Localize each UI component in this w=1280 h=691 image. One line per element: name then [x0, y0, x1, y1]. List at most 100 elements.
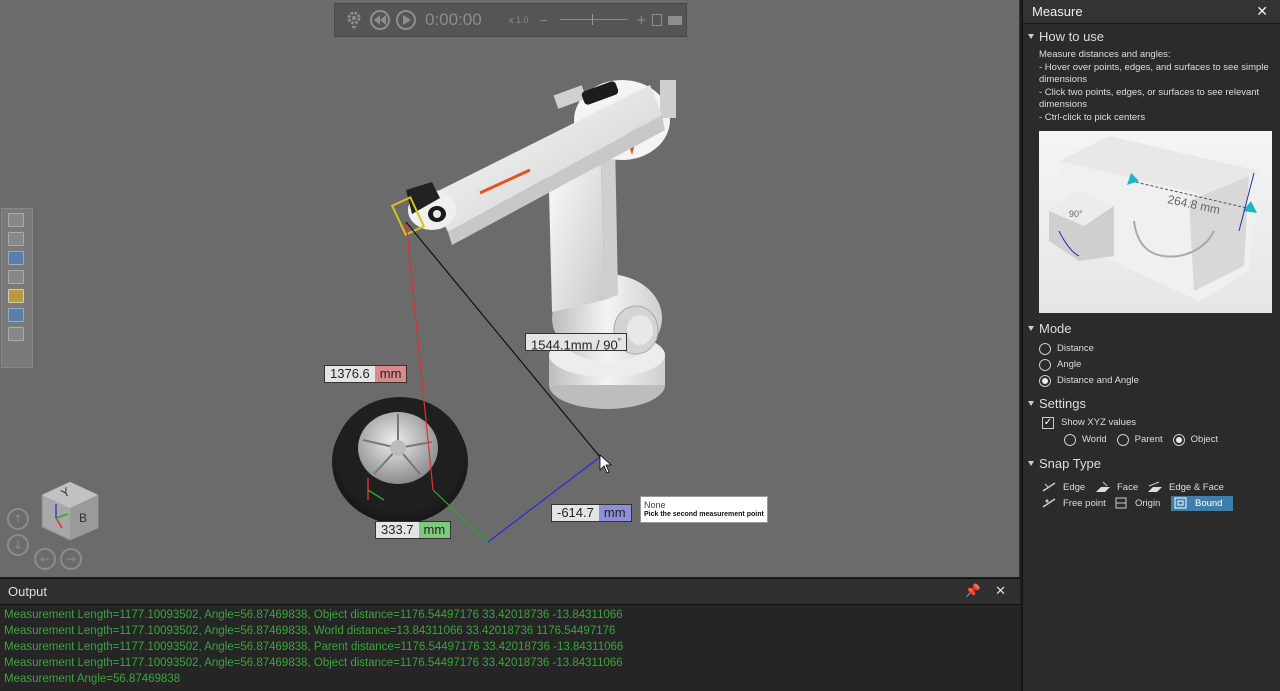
timeline-slider[interactable]: [554, 13, 634, 27]
3d-viewport[interactable]: Y B 0:00:00 x 1.0 − + ↑ ↓ ← → 1544.1mm /…: [0, 0, 1020, 577]
output-line: Measurement Length=1177.10093502, Angle=…: [4, 641, 624, 653]
output-header: Output 📌 ✕: [0, 579, 1020, 605]
playback-speed[interactable]: x 1.0: [509, 15, 539, 25]
output-title: Output: [8, 584, 48, 599]
how-to-use-item: - Click two points, edges, or surfaces t…: [1039, 86, 1260, 111]
mode-option-distance-and-angle[interactable]: Distance and Angle: [1039, 373, 1280, 389]
snap-type-header[interactable]: Snap Type: [1023, 454, 1280, 474]
shading-icon[interactable]: [8, 289, 24, 303]
pin-icon[interactable]: 📌: [965, 584, 981, 599]
pan-right-button[interactable]: →: [60, 548, 82, 570]
arrow-down-icon: ↓: [12, 538, 24, 552]
snap-face-button[interactable]: Face: [1093, 480, 1141, 495]
frame-option-parent[interactable]: Parent: [1116, 432, 1163, 448]
mode-header[interactable]: Mode: [1023, 319, 1280, 339]
output-line: Measurement Angle=56.87469838: [4, 673, 181, 685]
mode-option-angle[interactable]: Angle: [1039, 357, 1280, 373]
snap-origin-icon: [1113, 497, 1129, 509]
snap-label: Origin: [1135, 497, 1161, 509]
zoom-extents-icon[interactable]: [8, 213, 24, 227]
measure-preview-image: 264.8 mm 90°: [1039, 130, 1272, 313]
pan-left-button[interactable]: ←: [34, 548, 56, 570]
measure-panel-title: Measure: [1032, 4, 1083, 19]
preview-angle-label: 90°: [1069, 209, 1083, 219]
play-button[interactable]: [395, 9, 417, 31]
pan-down-button[interactable]: ↓: [7, 534, 29, 556]
mode-option-distance[interactable]: Distance: [1039, 341, 1280, 357]
snap-origin-button[interactable]: Origin: [1111, 496, 1163, 511]
show-xyz-checkbox[interactable]: ✓ Show XYZ values: [1042, 415, 1280, 431]
radio-selected-icon: [1172, 433, 1185, 446]
mode-option-label: Distance and Angle: [1057, 375, 1139, 387]
settings-header[interactable]: Settings: [1023, 394, 1280, 414]
axes-icon[interactable]: [8, 327, 24, 341]
settings-options: ✓ Show XYZ values World Parent Object: [1023, 415, 1280, 448]
radio-icon: [1116, 433, 1129, 446]
output-line: Measurement Length=1177.10093502, Angle=…: [4, 657, 623, 669]
y-distance-unit: mm: [418, 522, 451, 538]
close-icon[interactable]: ✕: [995, 584, 1006, 599]
snap-bound-icon: [1173, 497, 1189, 509]
collapse-triangle-icon: [1028, 401, 1034, 407]
play-icon: [396, 10, 416, 30]
rewind-icon: [370, 10, 390, 30]
mouse-cursor: [599, 454, 613, 474]
pan-up-button[interactable]: ↑: [7, 508, 29, 530]
view-cube[interactable]: [41, 481, 99, 541]
tire-model[interactable]: [332, 397, 468, 524]
frame-option-object[interactable]: Object: [1172, 432, 1219, 448]
how-to-use-text: Measure distances and angles: - Hover ov…: [1023, 49, 1280, 125]
arrow-right-icon: →: [65, 552, 77, 566]
mode-option-label: Angle: [1057, 359, 1082, 371]
snap-label: Edge & Face: [1169, 481, 1224, 493]
snap-edge-icon: [1041, 481, 1057, 493]
snap-edge-button[interactable]: Edge: [1039, 480, 1088, 495]
y-distance-label: 333.7 mm: [375, 521, 452, 539]
snap-free-point-button[interactable]: Free point: [1039, 496, 1109, 511]
snap-free-point-icon: [1041, 497, 1057, 509]
arrow-left-icon: ←: [39, 552, 51, 566]
zoom-in-icon[interactable]: +: [636, 13, 646, 27]
close-icon[interactable]: ✕: [1256, 4, 1268, 20]
view-mode-icon[interactable]: [8, 251, 24, 265]
view-cube-label-b: B: [79, 511, 87, 525]
measure-panel-header: Measure ✕: [1023, 0, 1280, 24]
how-to-use-item: - Ctrl-click to pick centers: [1039, 111, 1146, 123]
timeline-slider-knob[interactable]: [592, 14, 594, 25]
measure-panel: Measure ✕ How to use Measure distances a…: [1022, 0, 1280, 691]
x-distance-value: 1376.6: [325, 366, 375, 382]
checkbox-checked-icon: ✓: [1042, 416, 1054, 429]
frame-options: World Parent Object: [1042, 432, 1280, 448]
snap-label: Bound: [1195, 497, 1223, 509]
output-line: Measurement Length=1177.10093502, Angle=…: [4, 625, 616, 637]
record-video-icon[interactable]: [668, 15, 683, 25]
how-to-use-header[interactable]: How to use: [1023, 26, 1280, 46]
view-toolbar: [1, 208, 33, 368]
frame-option-world[interactable]: World: [1064, 432, 1107, 448]
zoom-window-icon[interactable]: [8, 232, 24, 246]
lighting-icon[interactable]: [8, 308, 24, 322]
mode-option-label: Distance: [1057, 343, 1094, 355]
how-to-use-heading: How to use: [1039, 28, 1105, 44]
snap-edge-face-icon: [1147, 481, 1163, 493]
robot-model[interactable]: [390, 80, 676, 409]
settings-heading: Settings: [1039, 396, 1086, 412]
tooltip-title: None: [644, 500, 666, 510]
perspective-icon[interactable]: [8, 270, 24, 284]
collapse-triangle-icon: [1028, 461, 1034, 467]
snap-edge-face-button[interactable]: Edge & Face: [1145, 480, 1227, 495]
app-window: Y B 0:00:00 x 1.0 − + ↑ ↓ ← → 1544.1mm /…: [0, 0, 1280, 691]
frame-option-label: World: [1082, 434, 1107, 446]
frame-option-label: Object: [1190, 434, 1219, 446]
snap-bound-button[interactable]: Bound: [1171, 495, 1233, 511]
playback-time: 0:00:00: [425, 10, 482, 29]
export-pdf-icon[interactable]: [652, 14, 663, 26]
distance-angle-value: 1544.1mm / 90°: [526, 334, 626, 352]
radio-selected-icon: [1039, 374, 1051, 387]
gear-icon[interactable]: [343, 9, 365, 31]
snap-label: Edge: [1063, 481, 1086, 493]
snap-label: Face: [1117, 481, 1139, 493]
rewind-button[interactable]: [369, 9, 391, 31]
z-distance-unit: mm: [598, 505, 631, 521]
zoom-out-icon[interactable]: −: [539, 14, 548, 27]
